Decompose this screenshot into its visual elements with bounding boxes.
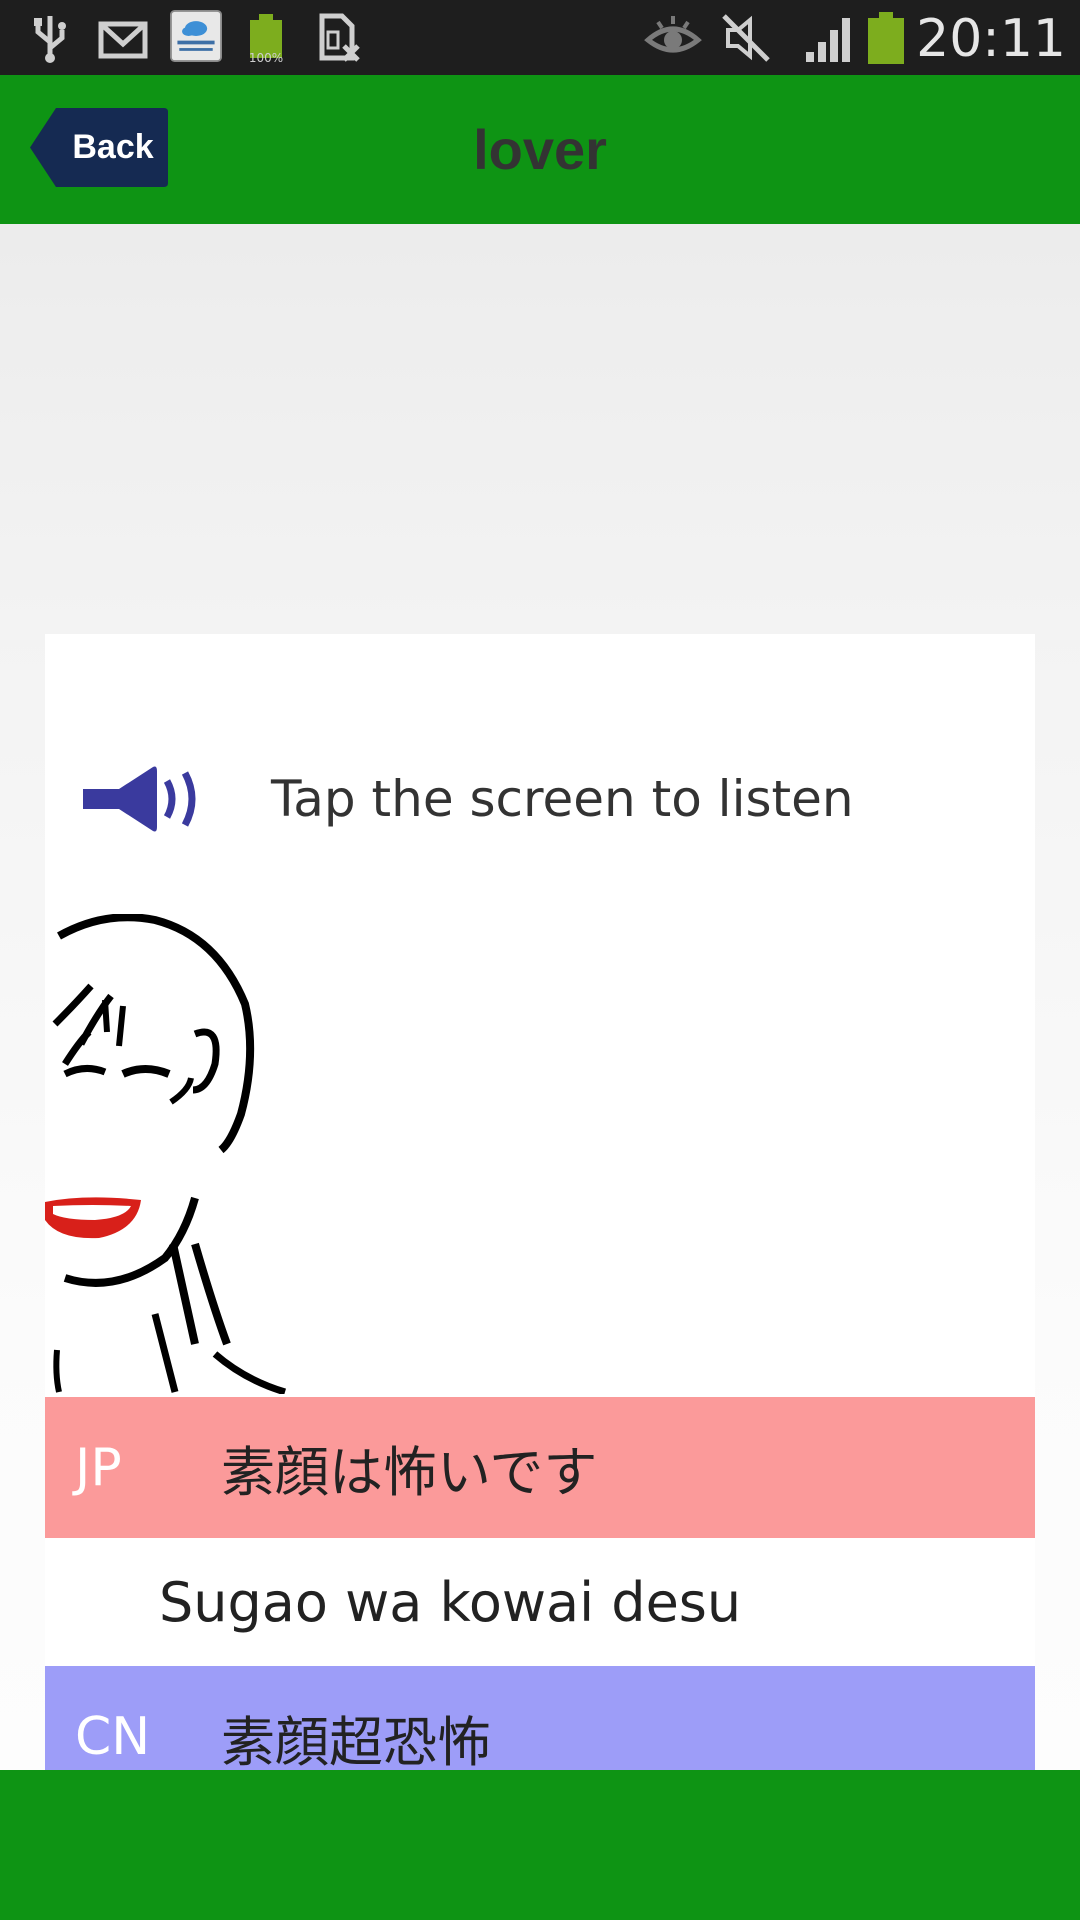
app-header: Back lover <box>0 75 1080 224</box>
jp-tag: JP <box>75 1437 122 1498</box>
cloud-testing-app-icon <box>170 10 222 62</box>
page-title: lover <box>473 118 607 181</box>
battery-full-icon: 100% <box>249 14 283 64</box>
svg-text:100%: 100% <box>249 51 283 64</box>
footer-bar <box>0 1770 1080 1920</box>
battery-icon <box>868 12 904 64</box>
status-bar: 100% 20:11 <box>0 0 1080 75</box>
japanese-row: JP 素顔は怖いです <box>45 1397 1035 1538</box>
signal-icon <box>806 18 850 62</box>
phrase-card[interactable]: Tap the screen to listen JP 素顔は怖いです Suga… <box>45 634 1035 1808</box>
face-illustration <box>45 914 287 1394</box>
content-area: Tap the screen to listen JP 素顔は怖いです Suga… <box>0 224 1080 1808</box>
speaker-icon <box>83 766 196 832</box>
back-button-label: Back <box>72 128 154 166</box>
usb-icon <box>34 16 66 63</box>
romaji-row: Sugao wa kowai desu <box>45 1538 1035 1666</box>
back-button[interactable]: Back <box>28 106 170 189</box>
status-time: 20:11 <box>916 9 1066 69</box>
mute-icon <box>722 14 770 62</box>
japanese-text: 素顔は怖いです <box>221 1441 598 1504</box>
gmail-icon <box>98 21 148 59</box>
romaji-text: Sugao wa kowai desu <box>159 1570 742 1634</box>
listen-hint-text: Tap the screen to listen <box>271 770 854 828</box>
sim-missing-icon <box>319 13 360 62</box>
eye-icon <box>644 16 702 53</box>
